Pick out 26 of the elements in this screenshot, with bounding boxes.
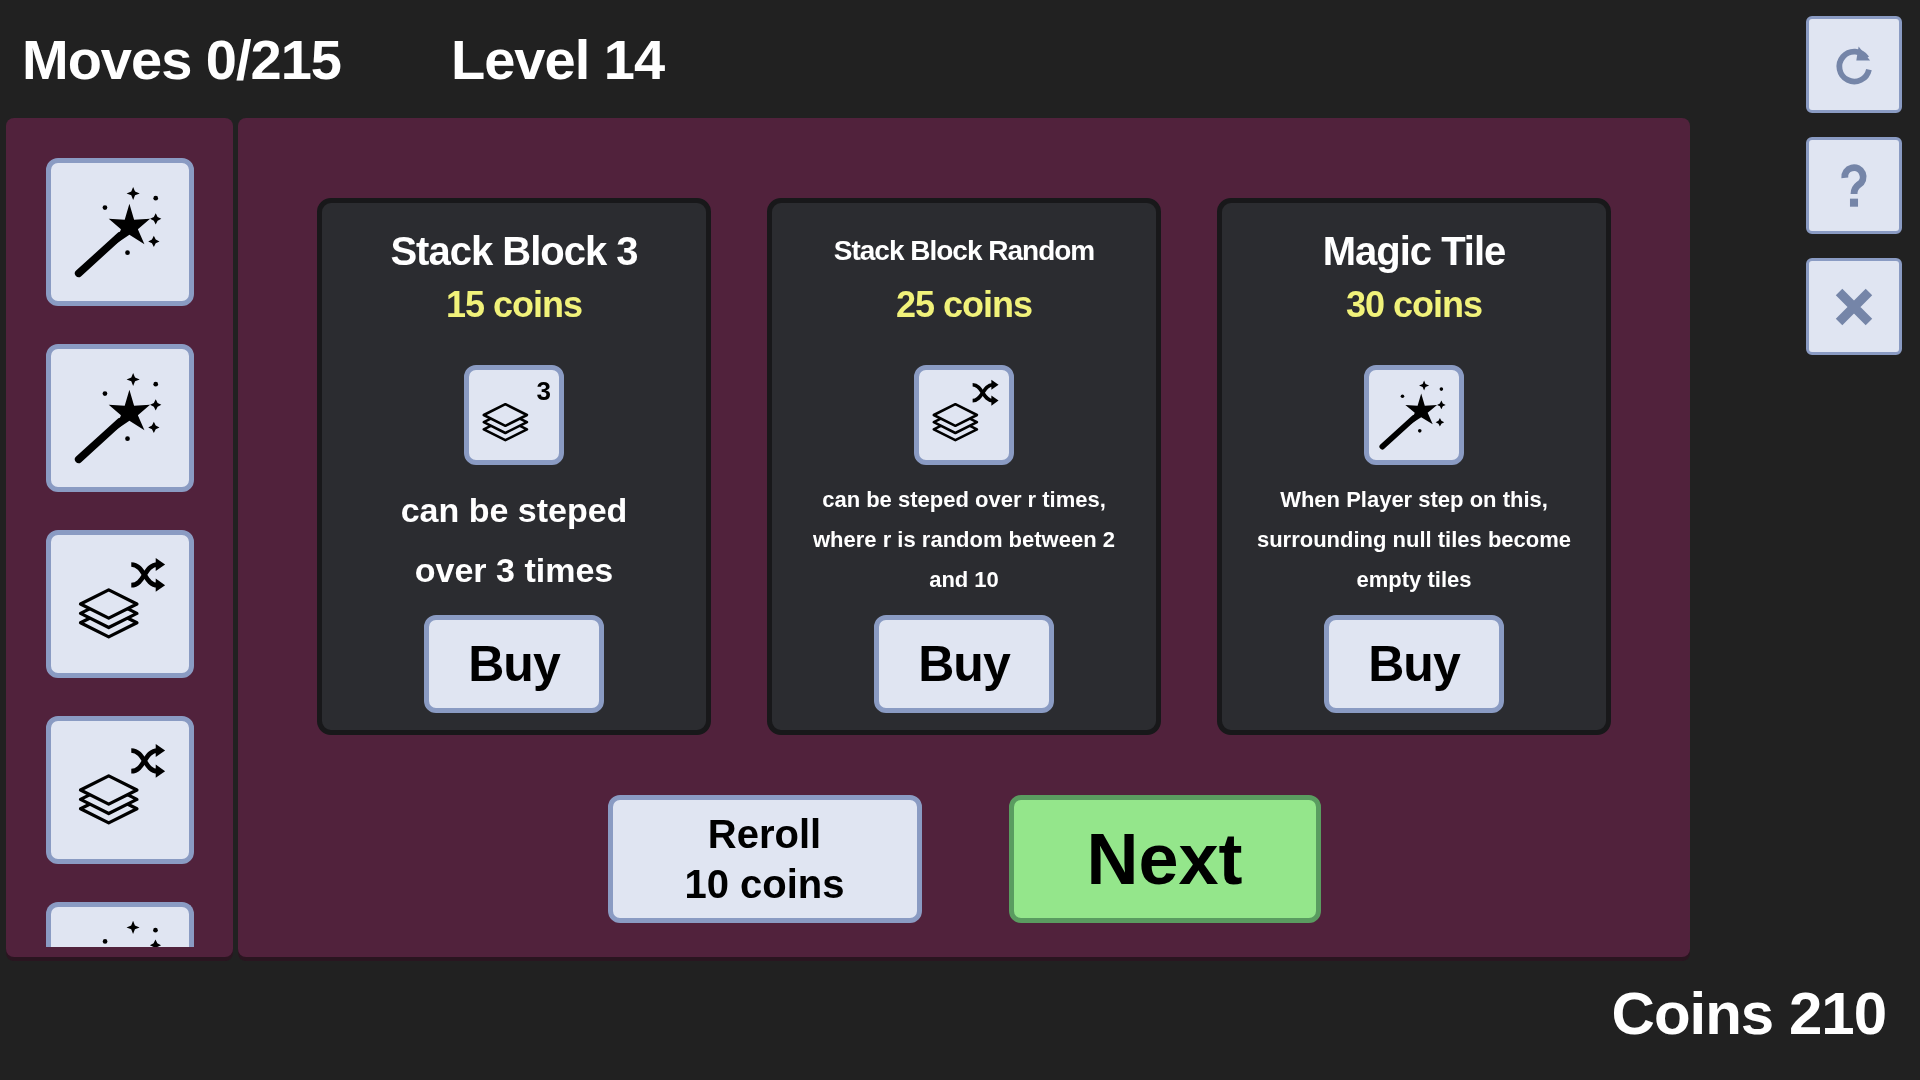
inventory-slot[interactable] [45,158,194,306]
buy-button[interactable]: Buy [874,615,1054,713]
close-button[interactable] [1806,258,1902,355]
restart-button[interactable] [1806,16,1902,113]
inventory-slot[interactable] [45,344,194,492]
item-description: can be steped over r times, where r is random between 2 and 10 [812,486,1116,594]
moves-counter: Moves 0/215 [22,26,341,92]
item-price: 15 coins [445,283,583,327]
item-title: Magic Tile [1322,228,1506,275]
item-title: Stack Block 3 [390,228,638,275]
buy-button[interactable]: Buy [424,615,604,713]
inventory-slot[interactable] [45,530,194,678]
inventory-slot[interactable] [45,902,194,947]
buy-button[interactable]: Buy [1324,615,1504,713]
inventory-slot[interactable] [45,716,194,864]
item-description: When Player step on this, surrounding null tiles become empty tiles [1255,486,1573,594]
help-button[interactable] [1806,137,1902,234]
item-price: 30 coins [1345,283,1483,327]
count-label: 3 [536,376,551,407]
item-title: Stack Block Random [833,234,1095,268]
item-description: can be steped over 3 times [399,490,629,591]
coins-counter: Coins 210 [1611,980,1886,1047]
next-button[interactable]: Next [1008,795,1321,923]
level-label: Level 14 [451,26,665,92]
reroll-button[interactable]: Reroll 10 coins [607,795,922,923]
item-price: 25 coins [895,283,1033,327]
